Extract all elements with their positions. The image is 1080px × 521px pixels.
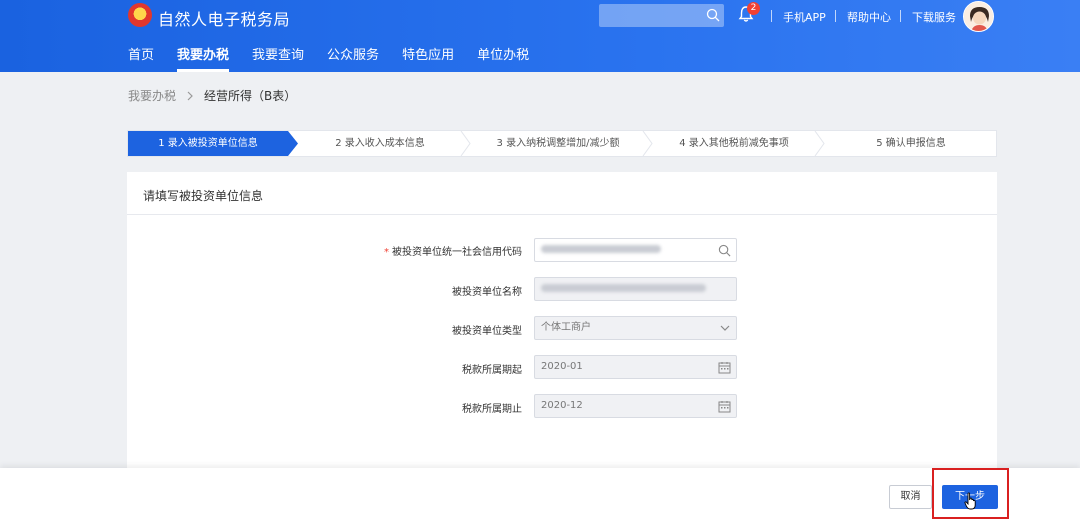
tax-emblem-logo bbox=[128, 3, 152, 29]
chevron-down-icon bbox=[720, 325, 730, 331]
period-end-date[interactable]: 2020-12 bbox=[534, 394, 737, 418]
header-separator bbox=[771, 10, 772, 22]
nav-query[interactable]: 我要查询 bbox=[252, 46, 304, 72]
step-2: 2 录入收入成本信息 bbox=[335, 138, 425, 149]
breadcrumb-current: 经营所得（B表） bbox=[204, 89, 297, 103]
search-icon[interactable] bbox=[706, 8, 720, 22]
step-arrow bbox=[288, 131, 298, 156]
step-5: 5 确认申报信息 bbox=[876, 138, 946, 149]
calendar-icon bbox=[718, 401, 731, 413]
breadcrumb: 我要办税 经营所得（B表） bbox=[128, 87, 296, 104]
nav-featured-apps[interactable]: 特色应用 bbox=[402, 46, 454, 72]
period-start-label: 税款所属期起 bbox=[462, 365, 522, 376]
search-icon[interactable] bbox=[718, 244, 731, 257]
cancel-button[interactable]: 取消 bbox=[889, 485, 932, 509]
nav-public-service[interactable]: 公众服务 bbox=[327, 46, 379, 72]
nav-unit-tax[interactable]: 单位办税 bbox=[477, 46, 529, 72]
nav-tax-handling[interactable]: 我要办税 bbox=[177, 46, 230, 72]
divider bbox=[127, 214, 997, 215]
chevron-right-icon bbox=[187, 91, 193, 100]
calendar-icon bbox=[718, 362, 731, 374]
credit-code-input[interactable] bbox=[534, 238, 737, 262]
notification-badge: 2 bbox=[747, 2, 760, 15]
nav-home[interactable]: 首页 bbox=[128, 46, 154, 72]
download-service-link[interactable]: 下载服务 bbox=[912, 9, 956, 25]
user-avatar[interactable] bbox=[963, 1, 994, 32]
credit-code-label: * 被投资单位统一社会信用代码 bbox=[384, 247, 522, 258]
redacted-value bbox=[541, 284, 706, 292]
period-end-label: 税款所属期止 bbox=[462, 404, 522, 415]
step-1: 1 录入被投资单位信息 bbox=[128, 131, 288, 156]
top-header: 自然人电子税务局 2 手机APP 帮助中心 下载服务 首页 我要办税 我要查询 … bbox=[0, 0, 1080, 72]
unit-name-field bbox=[534, 277, 737, 301]
mobile-app-link[interactable]: 手机APP bbox=[783, 9, 826, 25]
form-title: 请填写被投资单位信息 bbox=[143, 189, 264, 203]
step-progress-bar: 1 录入被投资单位信息 2 录入收入成本信息 3 录入纳税调整增加/减少额 4 … bbox=[127, 130, 997, 157]
step-arrow bbox=[814, 131, 825, 156]
hand-cursor-icon bbox=[964, 492, 976, 510]
unit-type-select[interactable]: 个体工商户 bbox=[534, 316, 737, 340]
main-nav: 首页 我要办税 我要查询 公众服务 特色应用 单位办税 bbox=[128, 46, 529, 72]
search-input[interactable] bbox=[599, 4, 724, 27]
unit-type-label: 被投资单位类型 bbox=[452, 326, 522, 337]
step-3: 3 录入纳税调整增加/减少额 bbox=[496, 138, 620, 149]
header-separator bbox=[835, 10, 836, 22]
step-arrow bbox=[642, 131, 653, 156]
step-4: 4 录入其他税前减免事项 bbox=[679, 138, 789, 149]
help-center-link[interactable]: 帮助中心 bbox=[847, 9, 891, 25]
required-asterisk: * bbox=[384, 247, 389, 258]
period-start-date[interactable]: 2020-01 bbox=[534, 355, 737, 379]
unit-name-label: 被投资单位名称 bbox=[452, 287, 522, 298]
app-title: 自然人电子税务局 bbox=[158, 10, 291, 29]
breadcrumb-parent[interactable]: 我要办税 bbox=[128, 87, 176, 104]
header-separator bbox=[900, 10, 901, 22]
step-arrow bbox=[460, 131, 471, 156]
redacted-value bbox=[541, 245, 661, 253]
